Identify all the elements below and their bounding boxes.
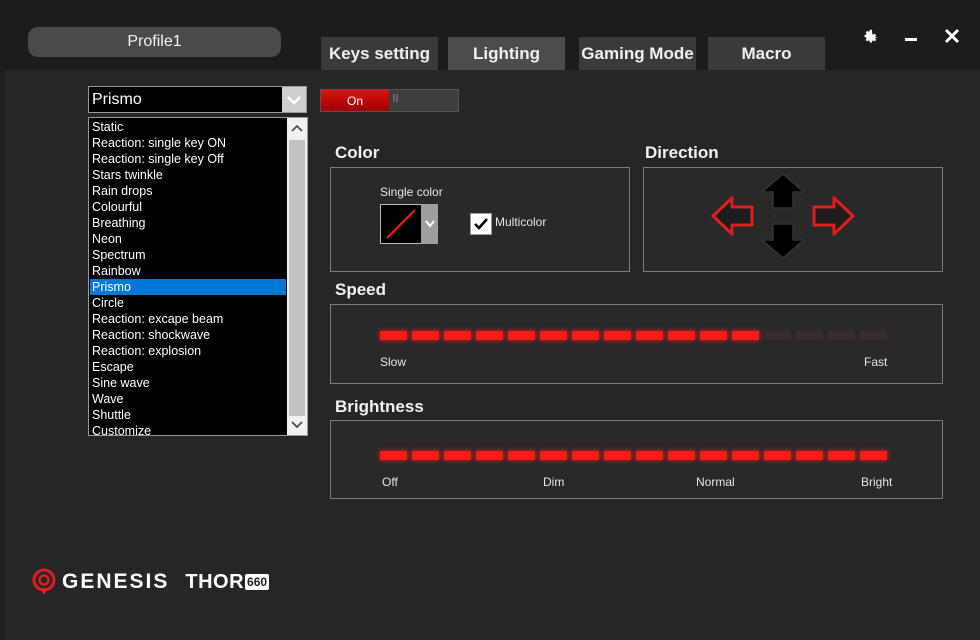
tab-keys-setting[interactable]: Keys setting xyxy=(321,37,438,70)
bar-segment[interactable] xyxy=(732,451,759,460)
bar-segment[interactable] xyxy=(604,451,631,460)
list-item[interactable]: Circle xyxy=(90,295,286,311)
list-item[interactable]: Customize xyxy=(90,423,286,435)
bar-segment[interactable] xyxy=(412,451,439,460)
bar-segment[interactable] xyxy=(860,331,887,340)
bar-segment[interactable] xyxy=(540,331,567,340)
minimize-icon[interactable] xyxy=(900,25,922,47)
multicolor-label: Multicolor xyxy=(495,215,547,229)
bar-segment[interactable] xyxy=(444,331,471,340)
tab-gaming-mode[interactable]: Gaming Mode xyxy=(579,37,696,70)
scroll-down-icon[interactable] xyxy=(287,416,307,434)
bar-segment[interactable] xyxy=(380,331,407,340)
bar-segment[interactable] xyxy=(604,331,631,340)
speed-panel xyxy=(330,304,943,384)
list-item[interactable]: Rain drops xyxy=(90,183,286,199)
list-item[interactable]: Escape xyxy=(90,359,286,375)
bar-segment[interactable] xyxy=(508,451,535,460)
profile-button[interactable]: Profile1 xyxy=(28,27,281,57)
list-item[interactable]: Neon xyxy=(90,231,286,247)
bar-segment[interactable] xyxy=(700,331,727,340)
chevron-down-icon[interactable] xyxy=(282,87,306,112)
bar-segment[interactable] xyxy=(444,451,471,460)
color-swatch[interactable] xyxy=(380,204,422,244)
bar-segment[interactable] xyxy=(668,451,695,460)
bar-segment[interactable] xyxy=(796,331,823,340)
brightness-label-normal: Normal xyxy=(696,475,735,489)
brand-name: GENESIS xyxy=(62,570,170,593)
genesis-logo: GENESIS THOR 660 xyxy=(30,568,270,596)
list-item[interactable]: Static xyxy=(90,119,286,135)
bar-segment[interactable] xyxy=(764,331,791,340)
brightness-title: Brightness xyxy=(335,397,424,416)
bar-segment[interactable] xyxy=(636,451,663,460)
bar-segment[interactable] xyxy=(732,331,759,340)
list-item[interactable]: Reaction: explosion xyxy=(90,343,286,359)
list-item[interactable]: Spectrum xyxy=(90,247,286,263)
tab-lighting[interactable]: Lighting xyxy=(448,37,565,70)
brightness-label-dim: Dim xyxy=(543,475,565,489)
list-item[interactable]: Sine wave xyxy=(90,375,286,391)
bar-segment[interactable] xyxy=(828,331,855,340)
list-item[interactable]: Reaction: excape beam xyxy=(90,311,286,327)
bar-segment[interactable] xyxy=(764,451,791,460)
effect-selected-value: Prismo xyxy=(92,91,142,108)
brightness-label-bright: Bright xyxy=(861,475,893,489)
list-item[interactable]: Shuttle xyxy=(90,407,286,423)
checkmark-icon xyxy=(474,218,488,230)
bar-segment[interactable] xyxy=(412,331,439,340)
model-number: 660 xyxy=(245,574,270,590)
list-item-selected[interactable]: Prismo xyxy=(90,279,286,295)
lighting-toggle[interactable]: On xyxy=(320,89,459,112)
bar-segment[interactable] xyxy=(796,451,823,460)
bar-segment[interactable] xyxy=(860,451,887,460)
list-item[interactable]: Reaction: single key Off xyxy=(90,151,286,167)
effect-list[interactable]: Static Reaction: single key ON Reaction:… xyxy=(88,117,308,436)
scroll-thumb[interactable] xyxy=(289,140,305,416)
list-item[interactable]: Breathing xyxy=(90,215,286,231)
list-item[interactable]: Wave xyxy=(90,391,286,407)
speed-max-label: Fast xyxy=(864,355,888,369)
gear-icon[interactable] xyxy=(860,25,882,47)
model-name: THOR xyxy=(185,570,245,593)
genesis-logo-icon xyxy=(32,568,56,595)
effect-dropdown[interactable]: Prismo xyxy=(88,86,307,113)
brightness-label-off: Off xyxy=(382,475,398,489)
bar-segment[interactable] xyxy=(508,331,535,340)
speed-min-label: Slow xyxy=(380,355,407,369)
list-item[interactable]: Colourful xyxy=(90,199,286,215)
toggle-knob[interactable] xyxy=(391,93,405,108)
bar-segment[interactable] xyxy=(540,451,567,460)
color-dropdown-button[interactable] xyxy=(421,204,438,244)
color-title: Color xyxy=(335,143,380,162)
direction-title: Direction xyxy=(645,143,719,162)
bar-segment[interactable] xyxy=(828,451,855,460)
bar-segment[interactable] xyxy=(700,451,727,460)
chevron-down-icon xyxy=(424,220,435,228)
list-item[interactable]: Stars twinkle xyxy=(90,167,286,183)
list-item[interactable]: Rainbow xyxy=(90,263,286,279)
close-icon[interactable] xyxy=(941,25,963,47)
bar-segment[interactable] xyxy=(476,331,503,340)
single-color-label: Single color xyxy=(380,185,443,199)
arrow-right-icon[interactable] xyxy=(810,194,856,238)
tab-macro[interactable]: Macro xyxy=(708,37,825,70)
bar-segment[interactable] xyxy=(636,331,663,340)
arrow-down-icon[interactable] xyxy=(760,222,806,260)
list-scrollbar[interactable] xyxy=(287,118,307,435)
bar-segment[interactable] xyxy=(380,451,407,460)
bar-segment[interactable] xyxy=(476,451,503,460)
bar-segment[interactable] xyxy=(668,331,695,340)
speed-title: Speed xyxy=(335,280,387,299)
multicolor-checkbox[interactable] xyxy=(470,213,492,235)
list-item[interactable]: Reaction: single key ON xyxy=(90,135,286,151)
scroll-up-icon[interactable] xyxy=(287,119,307,137)
arrow-left-icon[interactable] xyxy=(710,194,756,238)
arrow-up-icon[interactable] xyxy=(760,172,806,210)
bar-segment[interactable] xyxy=(572,331,599,340)
list-item[interactable]: Reaction: shockwave xyxy=(90,327,286,343)
toggle-on-label: On xyxy=(321,90,389,111)
bar-segment[interactable] xyxy=(572,451,599,460)
